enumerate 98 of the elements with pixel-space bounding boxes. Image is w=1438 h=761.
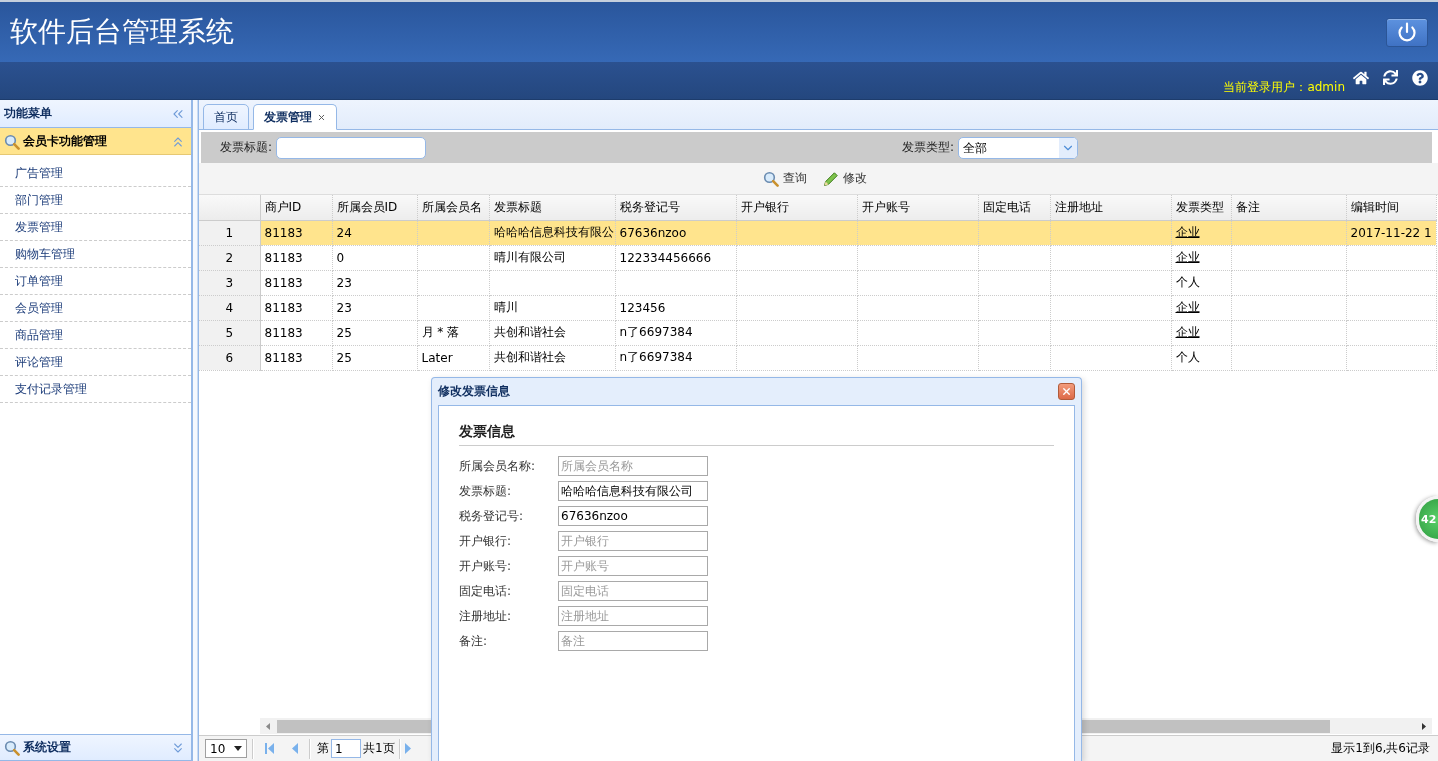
input-field[interactable]: 67636nzoo	[558, 506, 708, 526]
menu-item[interactable]: 商品管理	[0, 322, 191, 349]
column-header[interactable]: 商户ID	[260, 195, 332, 220]
input-field[interactable]: 所属会员名称	[558, 456, 708, 476]
record-summary: 显示1到6,共6记录	[1331, 740, 1430, 757]
field-label: 税务登记号:	[459, 507, 524, 525]
filter-input[interactable]	[276, 136, 427, 159]
accordion-header[interactable]: 系统设置	[0, 734, 191, 761]
field-label: 发票标题:	[459, 482, 512, 500]
table-cell: 81183	[260, 345, 332, 370]
pencil-icon	[822, 170, 839, 187]
menu-item[interactable]: 部门管理	[0, 187, 191, 214]
type-link[interactable]: 企业	[1175, 225, 1200, 239]
table-cell: 共创和谐社会	[489, 345, 615, 370]
menu-item[interactable]: 发票管理	[0, 214, 191, 241]
menu-item[interactable]: 购物车管理	[0, 241, 191, 268]
next-page-icon[interactable]	[404, 743, 411, 754]
app-title: 软件后台管理系统	[10, 15, 234, 49]
input-field[interactable]: 注册地址	[558, 606, 708, 626]
section-title: 发票信息	[459, 422, 515, 441]
table-cell: 个人	[1171, 345, 1231, 370]
edit-button[interactable]: 修改	[818, 168, 871, 189]
page-label: 第	[317, 740, 329, 757]
field-label: 开户账号:	[459, 557, 512, 575]
input-field[interactable]: 哈哈哈信息科技有限公司	[558, 481, 708, 501]
page-size-select[interactable]: 10	[205, 739, 247, 758]
table-row[interactable]: 3 81183 23 个人	[199, 270, 1436, 295]
row-number: 6	[199, 345, 260, 370]
column-header[interactable]: 所属会员名	[417, 195, 489, 220]
row-number: 1	[199, 220, 260, 245]
table-row[interactable]: 5 81183 25 月 * 落 共创和谐社会 n了6697384 企业	[199, 320, 1436, 345]
search-button[interactable]: 查询	[758, 168, 811, 189]
menu-item[interactable]: 会员管理	[0, 295, 191, 322]
caret-down-icon	[234, 746, 242, 751]
tab[interactable]: 首页	[203, 104, 249, 130]
column-header[interactable]: 编辑时间	[1346, 195, 1436, 220]
filter-label: 发票标题:	[220, 139, 273, 156]
field-label: 所属会员名称:	[459, 457, 536, 475]
arrow-left-icon[interactable]	[266, 722, 270, 730]
menu-item[interactable]: 订单管理	[0, 268, 191, 295]
home-icon[interactable]	[1353, 69, 1369, 86]
type-link[interactable]: 企业	[1175, 250, 1200, 264]
tab[interactable]: 发票管理	[253, 104, 337, 130]
input-field[interactable]: 开户银行	[558, 531, 708, 551]
menu-item[interactable]: 支付记录管理	[0, 376, 191, 403]
menu-item[interactable]: 广告管理	[0, 160, 191, 187]
search-icon	[4, 739, 20, 756]
filter-label: 发票类型:	[902, 139, 955, 156]
table-cell: Later	[417, 345, 489, 370]
type-link[interactable]: 企业	[1175, 325, 1200, 339]
table-row[interactable]: 4 81183 23 晴川 123456 企业	[199, 295, 1436, 320]
input-field[interactable]: 开户账号	[558, 556, 708, 576]
search-icon	[762, 170, 779, 187]
page-count: 共1页	[363, 740, 395, 757]
menu-item[interactable]: 评论管理	[0, 349, 191, 376]
table-row[interactable]: 1 81183 24 哈哈哈信息科技有限公 67636nzoo 企业 2017-11-22 1	[199, 220, 1436, 245]
field-label: 注册地址:	[459, 607, 512, 625]
table-row[interactable]: 6 81183 25 Later 共创和谐社会 n了6697384 个人	[199, 345, 1436, 370]
page-input[interactable]: 1	[331, 739, 361, 758]
previous-page-icon[interactable]	[292, 743, 298, 754]
column-header[interactable]: 所属会员ID	[332, 195, 417, 220]
close-icon[interactable]	[317, 112, 326, 122]
table-cell: n了6697384	[615, 345, 736, 370]
row-number: 3	[199, 270, 260, 295]
column-header[interactable]: 税务登记号	[615, 195, 736, 220]
column-header[interactable]: 开户账号	[857, 195, 978, 220]
column-header[interactable]: 发票标题	[489, 195, 615, 220]
field-label: 备注:	[459, 632, 488, 650]
field-label: 固定电话:	[459, 582, 512, 600]
close-icon	[1061, 386, 1072, 397]
close-button[interactable]	[1058, 383, 1075, 400]
type-link[interactable]: 企业	[1175, 300, 1200, 314]
power-icon	[1397, 22, 1417, 42]
refresh-icon[interactable]	[1383, 70, 1398, 85]
field-label: 开户银行:	[459, 532, 512, 550]
sidebar-title: 功能菜单	[4, 105, 52, 122]
column-header[interactable]: 备注	[1231, 195, 1346, 220]
column-header[interactable]: 注册地址	[1050, 195, 1171, 220]
accordion-header[interactable]: 会员卡功能管理	[0, 128, 191, 155]
dialog-title: 修改发票信息	[438, 383, 510, 400]
column-header[interactable]: 固定电话	[978, 195, 1050, 220]
row-number: 4	[199, 295, 260, 320]
search-icon	[4, 133, 20, 150]
input-field[interactable]: 备注	[558, 631, 708, 651]
arrow-right-icon[interactable]	[1422, 722, 1426, 730]
chevron-down-icon	[1059, 137, 1078, 158]
power-button[interactable]	[1386, 17, 1428, 47]
row-number: 2	[199, 245, 260, 270]
filter-select[interactable]: 全部	[958, 136, 1079, 159]
table-row[interactable]: 2 81183 0 晴川有限公司 122334456666 企业	[199, 245, 1436, 270]
current-user-label: 当前登录用户：admin	[1223, 78, 1345, 96]
row-number: 5	[199, 320, 260, 345]
table-cell: 25	[332, 345, 417, 370]
column-header[interactable]: 开户银行	[736, 195, 857, 220]
column-header[interactable]: 发票类型	[1171, 195, 1231, 220]
input-field[interactable]: 固定电话	[558, 581, 708, 601]
first-page-icon[interactable]	[264, 743, 274, 754]
help-icon[interactable]	[1412, 69, 1428, 86]
